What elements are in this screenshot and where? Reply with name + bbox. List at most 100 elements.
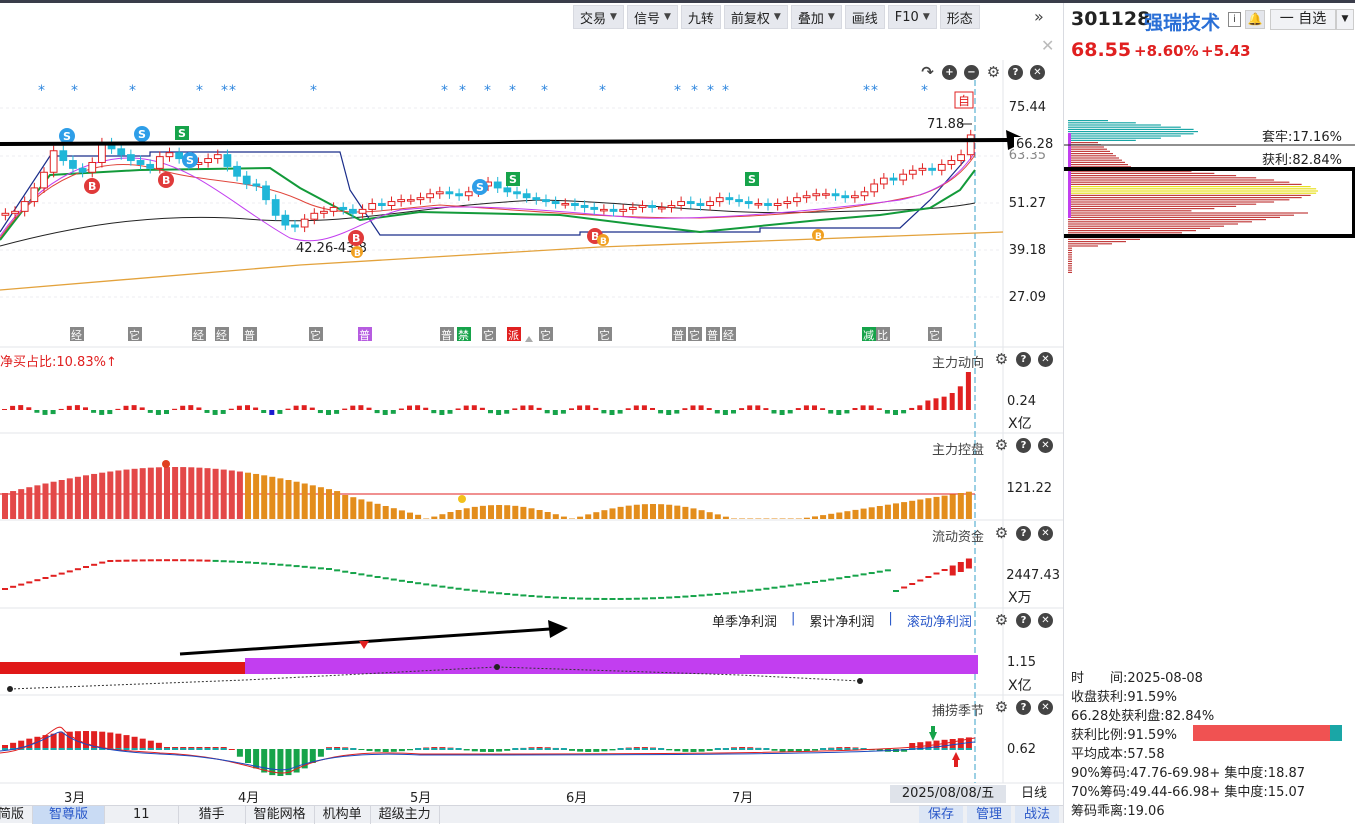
- info-icon[interactable]: i: [1228, 12, 1241, 27]
- close-panel-icon[interactable]: ✕: [1038, 700, 1053, 715]
- control-bar: [560, 516, 567, 519]
- chip-bar: [1068, 122, 1136, 124]
- candle-body: [600, 208, 608, 212]
- help-icon[interactable]: ?: [1016, 352, 1031, 367]
- signal-tag: 它: [688, 327, 702, 342]
- toolbar-button[interactable]: 前复权 ▼: [723, 5, 788, 29]
- fund-dot: [666, 596, 673, 599]
- help-icon[interactable]: ?: [1016, 700, 1031, 715]
- bottom-tab[interactable]: 11: [105, 806, 179, 824]
- control-bar: [342, 495, 349, 519]
- close-panel-icon[interactable]: ✕: [1038, 438, 1053, 453]
- tab-rolling-profit[interactable]: 滚动净利润: [907, 611, 972, 630]
- toolbar-button-label: 九转: [687, 11, 714, 27]
- close-icon[interactable]: ✕: [1041, 36, 1054, 55]
- tab-quarter-profit[interactable]: 单季净利润: [712, 611, 777, 630]
- control-bar: [236, 471, 243, 519]
- toolbar-button-label: 信号: [633, 11, 660, 27]
- liquid-fund-dots: [2, 558, 972, 600]
- candle-body: [754, 203, 763, 206]
- undo-icon[interactable]: ↷: [920, 65, 935, 80]
- flow-bar: [18, 405, 24, 410]
- fund-dot: [407, 581, 413, 584]
- control-bar: [317, 487, 324, 519]
- toolbar-button[interactable]: 交易 ▼: [573, 5, 624, 29]
- settings-gear-icon[interactable]: ⚙: [994, 352, 1009, 367]
- close-panel-icon[interactable]: ✕: [1030, 65, 1045, 80]
- fund-dot: [115, 559, 122, 562]
- toolbar-button[interactable]: 叠加 ▼: [790, 5, 842, 29]
- close-panel-icon[interactable]: ✕: [1038, 352, 1053, 367]
- bottom-tab[interactable]: 简版: [0, 806, 34, 824]
- toolbar-button[interactable]: 九转: [680, 5, 721, 29]
- flow-bar: [755, 405, 761, 410]
- control-bar: [504, 505, 511, 519]
- flow-bar: [34, 410, 40, 413]
- control-bar: [860, 508, 867, 519]
- help-icon[interactable]: ?: [1016, 438, 1031, 453]
- stock-name[interactable]: 强瑞技术: [1144, 8, 1220, 35]
- panel-controls: ⚙ ? ✕: [994, 700, 1053, 715]
- tab-cumulative-profit[interactable]: 累计净利润: [809, 611, 874, 630]
- profit-tabs: 单季净利润 | 累计净利润 | 滚动净利润: [712, 611, 972, 630]
- fund-dot: [544, 596, 551, 599]
- signal-tag: 普: [440, 327, 454, 342]
- kline-chart-area[interactable]: * * * * * * * * * * * * * * * * * * * * 71.88 42.26-43.8 自 …: [0, 60, 1063, 805]
- bottom-tab[interactable]: 超级主力: [371, 806, 440, 824]
- strategy-button[interactable]: 战法: [1015, 806, 1059, 823]
- season-bar: [115, 733, 122, 750]
- flow-bar: [771, 410, 777, 414]
- settings-gear-icon[interactable]: ⚙: [994, 438, 1009, 453]
- manage-button[interactable]: 管理: [967, 806, 1011, 823]
- signal-tag: 禁: [457, 327, 471, 342]
- chip-bar: [1068, 133, 1194, 135]
- flow-bar: [682, 408, 688, 410]
- fund-dot: [609, 598, 616, 600]
- chip-bar: [1068, 126, 1181, 128]
- toolbar-button[interactable]: F10 ▼: [887, 5, 937, 29]
- zoom-in-icon[interactable]: +: [942, 65, 957, 80]
- zoom-out-icon[interactable]: −: [964, 65, 979, 80]
- candle-body: [310, 212, 319, 220]
- settings-gear-icon[interactable]: ⚙: [994, 613, 1009, 628]
- fund-dot: [447, 586, 454, 589]
- toolbar-more-icon[interactable]: »: [1034, 7, 1044, 26]
- fund-dot: [868, 572, 875, 575]
- bottom-tab[interactable]: 猎手: [179, 806, 246, 824]
- control-bar: [512, 505, 519, 519]
- save-button[interactable]: 保存: [919, 806, 963, 823]
- close-panel-icon[interactable]: ✕: [1038, 526, 1053, 541]
- candle-body: [783, 201, 792, 205]
- fund-dot: [706, 593, 713, 596]
- help-icon[interactable]: ?: [1016, 613, 1031, 628]
- chip-bar: [1068, 150, 1110, 152]
- close-panel-icon[interactable]: ✕: [1038, 613, 1053, 628]
- svg-text:B: B: [352, 232, 360, 245]
- toolbar-button[interactable]: 信号 ▼: [626, 5, 678, 29]
- candle-body: [802, 195, 811, 199]
- help-icon[interactable]: ?: [1008, 65, 1023, 80]
- fund-dot: [925, 576, 932, 578]
- settings-gear-icon[interactable]: ⚙: [994, 700, 1009, 715]
- flow-bar: [917, 405, 923, 410]
- control-bar: [382, 506, 389, 519]
- flow-bar: [625, 408, 631, 410]
- toolbar-button[interactable]: 画线: [844, 5, 885, 29]
- chevron-down-icon[interactable]: ▼: [1336, 9, 1354, 30]
- bottom-tab[interactable]: 智能网格: [246, 806, 315, 824]
- bottom-tab[interactable]: 机构单: [315, 806, 371, 824]
- help-icon[interactable]: ?: [1016, 526, 1031, 541]
- period-selector[interactable]: 日线: [1014, 785, 1054, 803]
- control-bar: [285, 480, 292, 519]
- bottom-tab[interactable]: 智尊版: [33, 806, 106, 824]
- settings-gear-icon[interactable]: ⚙: [986, 65, 1001, 80]
- fund-dot: [74, 568, 81, 571]
- bell-icon[interactable]: 🔔: [1245, 10, 1265, 29]
- add-watchlist-button[interactable]: 一 自选: [1270, 9, 1336, 30]
- settings-gear-icon[interactable]: ⚙: [994, 526, 1009, 541]
- ma-red-line: [0, 154, 976, 239]
- toolbar-button[interactable]: 形态: [939, 5, 980, 29]
- flow-bar: [828, 410, 834, 414]
- chart-canvas[interactable]: * * * * * * * * * * * * * * * * * * * * 71.88 42.26-43.8 自 …: [0, 60, 1063, 805]
- candle-body: [628, 206, 637, 210]
